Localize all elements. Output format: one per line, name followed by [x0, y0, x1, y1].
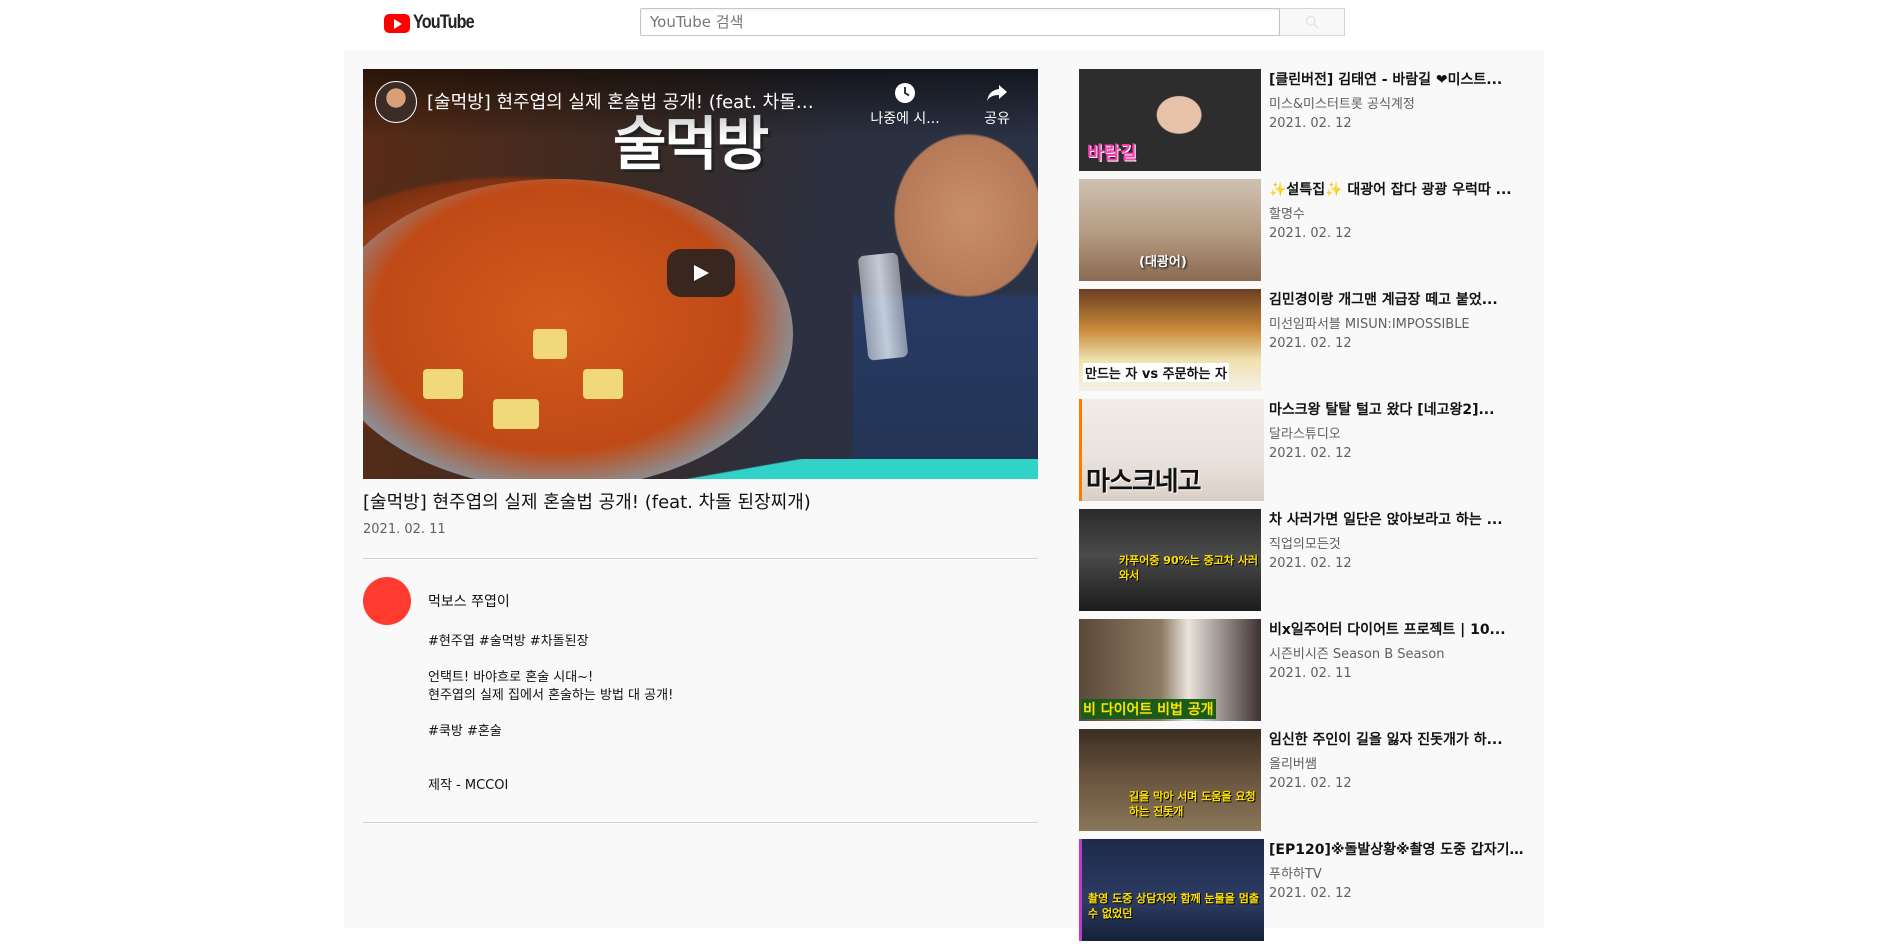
description-line: 현주엽의 실제 집에서 혼술하는 방법 대 공개!	[428, 688, 674, 703]
share-icon	[987, 85, 1007, 101]
food-piece	[423, 369, 463, 399]
thumbnail-text: 바람길	[1087, 143, 1137, 164]
recommended-channel[interactable]: 미선임파서블 MISUN:IMPOSSIBLE	[1269, 313, 1470, 332]
thumbnail-text: 길을 막아 서며 도움을 요청하는 진돗개	[1129, 790, 1256, 818]
recommended-date: 2021. 02. 12	[1269, 556, 1352, 571]
recommended-thumbnail[interactable]: 길을 막아 서며 도움을 요청하는 진돗개	[1079, 729, 1261, 831]
channel-name[interactable]: 먹보스 쭈엽이	[428, 591, 510, 611]
search-bar	[640, 8, 1345, 36]
recommended-title[interactable]: 김민경이랑 개그맨 계급장 떼고 붙었...	[1269, 289, 1524, 309]
divider	[363, 822, 1038, 823]
recommended-date: 2021. 02. 12	[1269, 446, 1352, 461]
recommended-video[interactable]: (대광어) ✨설특집✨ 대광어 잡다 광광 우럭따 ... 할명수 2021. …	[1079, 179, 1529, 289]
thumbnail-accent-strip	[363, 459, 1038, 479]
channel-avatar[interactable]	[363, 577, 411, 625]
recommended-date: 2021. 02. 12	[1269, 336, 1352, 351]
logo-text: YouTube	[413, 12, 475, 33]
recommended-date: 2021. 02. 12	[1269, 776, 1352, 791]
recommended-title[interactable]: 차 사러가면 일단은 앉아보라고 하는 ...	[1269, 509, 1524, 529]
youtube-play-icon	[384, 13, 410, 33]
clock-icon	[895, 83, 915, 103]
play-button[interactable]	[667, 249, 735, 297]
recommended-channel[interactable]: 푸하하TV	[1269, 863, 1322, 882]
recommended-channel[interactable]: 올리버쌤	[1269, 753, 1317, 772]
watch-later-label: 나중에 시...	[870, 111, 940, 127]
search-input[interactable]	[640, 8, 1280, 36]
recommended-channel[interactable]: 할명수	[1269, 203, 1305, 222]
recommended-title[interactable]: [클린버전] 김태연 - 바람길 ❤미스트...	[1269, 69, 1524, 89]
recommended-channel[interactable]: 미스&미스터트롯 공식계정	[1269, 93, 1415, 112]
recommended-title[interactable]: ✨설특집✨ 대광어 잡다 광광 우럭따 ...	[1269, 179, 1524, 199]
video-date: 2021. 02. 11	[363, 522, 446, 537]
share-label: 공유	[984, 111, 1010, 127]
youtube-logo[interactable]: YouTube	[384, 12, 484, 33]
video-title: [술먹방] 현주엽의 실제 혼술법 공개! (feat. 차돌 된장찌개)	[363, 492, 811, 513]
top-header: YouTube	[0, 0, 1890, 48]
recommended-thumbnail[interactable]: (대광어)	[1079, 179, 1261, 281]
video-player[interactable]: 술먹방 [술먹방] 현주엽의 실제 혼술법 공개! (feat. 차돌 된장..…	[363, 69, 1038, 479]
recommendations-sidebar: 바람길 [클린버전] 김태연 - 바람길 ❤미스트... 미스&미스터트롯 공식…	[1079, 69, 1529, 949]
food-piece	[583, 369, 623, 399]
recommended-video[interactable]: 카푸어중 90%는 중고차 사러 와서 차 사러가면 일단은 앉아보라고 하는 …	[1079, 509, 1529, 619]
recommended-channel[interactable]: 시즌비시즌 Season B Season	[1269, 643, 1444, 662]
description-line: 언택트! 바야흐로 혼술 시대~!	[428, 670, 594, 685]
recommended-thumbnail[interactable]: 바람길	[1079, 69, 1261, 171]
recommended-video[interactable]: 길을 막아 서며 도움을 요청하는 진돗개 임신한 주인이 길을 잃자 진돗개가…	[1079, 729, 1529, 839]
recommended-title[interactable]: 마스크왕 탈탈 털고 왔다 [네고왕2]...	[1269, 399, 1524, 419]
recommended-video[interactable]: 비 다이어트 비법 공개 비x일주어터 다이어트 프로젝트 | 10... 시즌…	[1079, 619, 1529, 729]
recommended-thumbnail[interactable]: 카푸어중 90%는 중고차 사러 와서	[1079, 509, 1261, 611]
description-tags: #쿡방 #혼술	[428, 724, 502, 739]
recommended-channel[interactable]: 직업의모든것	[1269, 533, 1341, 552]
recommended-date: 2021. 02. 12	[1269, 116, 1352, 131]
player-title[interactable]: [술먹방] 현주엽의 실제 혼술법 공개! (feat. 차돌 된장...	[427, 88, 817, 114]
recommended-title[interactable]: 임신한 주인이 길을 잃자 진돗개가 하...	[1269, 729, 1524, 749]
recommended-date: 2021. 02. 12	[1269, 886, 1352, 901]
video-description: #현주엽 #술먹방 #차돌된장 언택트! 바야흐로 혼술 시대~! 현주엽의 실…	[428, 633, 673, 795]
description-credit: 제작 - MCCOI	[428, 778, 509, 793]
search-button[interactable]	[1280, 8, 1345, 36]
watch-page: 술먹방 [술먹방] 현주엽의 실제 혼술법 공개! (feat. 차돌 된장..…	[344, 50, 1544, 941]
recommended-video[interactable]: 바람길 [클린버전] 김태연 - 바람길 ❤미스트... 미스&미스터트롯 공식…	[1079, 69, 1529, 179]
share-button[interactable]: 공유	[957, 81, 1037, 128]
search-icon	[1305, 15, 1319, 29]
recommended-thumbnail[interactable]: 마스크네고	[1079, 399, 1264, 501]
recommended-thumbnail[interactable]: 비 다이어트 비법 공개	[1079, 619, 1261, 721]
recommended-video[interactable]: 만드는 자 vs 주문하는 자 김민경이랑 개그맨 계급장 떼고 붙었... 미…	[1079, 289, 1529, 399]
recommended-thumbnail[interactable]: 만드는 자 vs 주문하는 자	[1079, 289, 1261, 391]
thumbnail-text: 비 다이어트 비법 공개	[1081, 699, 1216, 719]
recommended-video[interactable]: 촬영 도중 상담자와 함께 눈물을 멈출 수 없었던 [EP120]※돌발상황※…	[1079, 839, 1529, 949]
recommended-date: 2021. 02. 12	[1269, 226, 1352, 241]
recommended-title[interactable]: 비x일주어터 다이어트 프로젝트 | 10...	[1269, 619, 1524, 639]
food-piece	[533, 329, 567, 359]
description-tags: #현주엽 #술먹방 #차돌된장	[428, 634, 589, 649]
recommended-title[interactable]: [EP120]※돌발상황※촬영 도중 갑자기...	[1269, 839, 1524, 859]
recommended-video[interactable]: 마스크네고 마스크왕 탈탈 털고 왔다 [네고왕2]... 달라스튜디오 202…	[1079, 399, 1529, 509]
recommended-thumbnail[interactable]: 촬영 도중 상담자와 함께 눈물을 멈출 수 없었던	[1079, 839, 1264, 941]
thumbnail-text: (대광어)	[1139, 255, 1187, 270]
thumbnail-text: 마스크네고	[1086, 467, 1202, 497]
recommended-channel[interactable]: 달라스튜디오	[1269, 423, 1341, 442]
thumbnail-text: 카푸어중 90%는 중고차 사러 와서	[1119, 554, 1259, 582]
divider	[363, 558, 1038, 559]
thumbnail-text: 만드는 자 vs 주문하는 자	[1083, 363, 1229, 382]
recommended-date: 2021. 02. 11	[1269, 666, 1352, 681]
food-piece	[493, 399, 539, 429]
watch-later-button[interactable]: 나중에 시...	[865, 81, 945, 128]
thumbnail-text: 촬영 도중 상담자와 함께 눈물을 멈출 수 없었던	[1088, 892, 1259, 920]
player-channel-avatar[interactable]	[375, 81, 417, 123]
